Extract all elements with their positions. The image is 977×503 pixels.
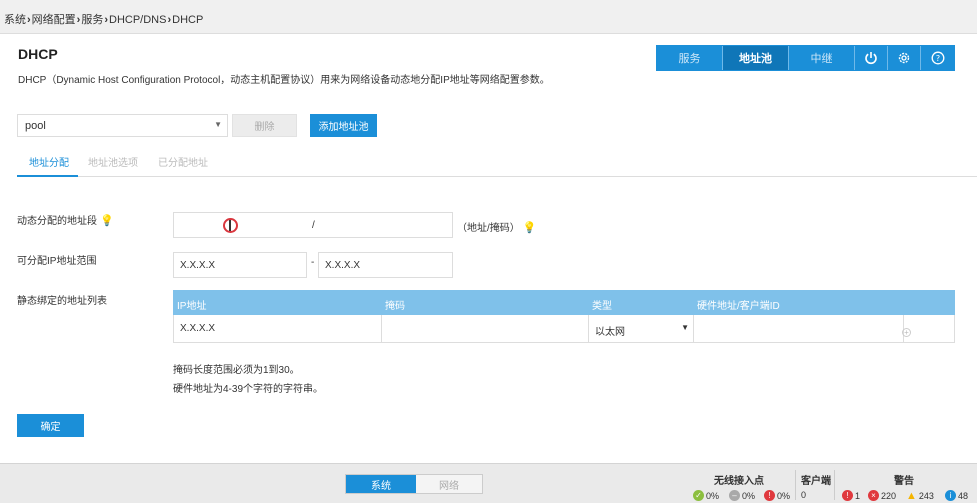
breadcrumb-item-dhcp-dns[interactable]: DHCP/DNS <box>109 14 166 26</box>
ip-range-end-input[interactable]: X.X.X.X <box>318 252 453 278</box>
sub-tabs: 地址分配 地址池选项 已分配地址 <box>17 150 977 177</box>
static-binding-label: 静态绑定的地址列表 <box>17 296 107 307</box>
ip-address-input[interactable]: X.X.X.X <box>174 315 382 342</box>
lightbulb-icon: 💡 <box>522 222 537 234</box>
column-header-hw: 硬件地址/客户端ID <box>697 301 780 312</box>
text-cursor <box>229 220 231 231</box>
breadcrumb-item-network-config[interactable]: 网络配置 <box>32 14 76 26</box>
lightbulb-icon: 💡 <box>100 215 114 227</box>
client-title: 客户端 <box>801 476 831 487</box>
tab-assigned-addresses[interactable]: 已分配地址 <box>158 150 208 177</box>
note-hw-length: 硬件地址为4-39个字符的字符串。 <box>173 384 324 395</box>
dynamic-range-label: 动态分配的地址段 💡 <box>17 215 114 227</box>
chevron-right-icon: › <box>27 14 31 26</box>
wireless-ok-stat[interactable]: ✓ 0% <box>693 490 719 501</box>
page-description: DHCP（Dynamic Host Configuration Protocol… <box>18 75 550 86</box>
add-pool-button[interactable]: 添加地址池 <box>310 114 377 137</box>
wireless-title: 无线接入点 <box>714 476 764 487</box>
help-icon[interactable]: ? <box>921 46 954 70</box>
alert-icon: ! <box>764 490 775 501</box>
chevron-right-icon: › <box>167 14 172 26</box>
alarm-title: 警告 <box>894 476 914 487</box>
divider <box>834 470 835 500</box>
note-mask-range: 掩码长度范围必须为1到30。 <box>173 365 300 376</box>
chevron-right-icon: › <box>104 14 109 26</box>
view-system-button[interactable]: 系统 <box>346 475 416 493</box>
alarm-warning-stat[interactable]: ▲ 243 <box>906 490 934 502</box>
confirm-button[interactable]: 确定 <box>17 414 84 437</box>
breadcrumb: 系统›网络配置›服务›DHCP/DNS›DHCP <box>0 0 977 34</box>
chevron-right-icon: › <box>76 14 81 26</box>
close-icon: × <box>868 490 879 501</box>
view-switch: 系统 网络 <box>345 474 483 494</box>
column-header-mask: 掩码 <box>385 301 405 312</box>
tab-relay[interactable]: 中继 <box>789 46 855 70</box>
svg-text:?: ? <box>935 54 939 63</box>
status-footer: 系统 网络 无线接入点 ✓ 0% –0% ! 0% 客户端 0 警告 ! 1 × 220… <box>0 463 977 503</box>
chevron-down-icon: ▼ <box>681 323 689 332</box>
breadcrumb-item-system[interactable]: 系统 <box>4 14 26 26</box>
dynamic-range-separator: / <box>312 220 315 231</box>
alarm-major-stat[interactable]: × 220 <box>868 490 896 501</box>
alarm-critical-stat[interactable]: ! 1 <box>842 490 860 501</box>
tab-address-pool[interactable]: 地址池 <box>723 46 789 70</box>
add-row-icon[interactable]: + <box>902 328 911 337</box>
info-icon: i <box>945 490 956 501</box>
wireless-offline-stat[interactable]: –0% <box>729 490 755 501</box>
tab-address-assignment[interactable]: 地址分配 <box>17 150 78 177</box>
wireless-error-stat[interactable]: ! 0% <box>764 490 790 501</box>
divider <box>795 470 796 500</box>
ip-range-start-input[interactable]: X.X.X.X <box>173 252 307 278</box>
dynamic-range-hint: （地址/掩码） 💡 <box>457 222 537 234</box>
type-select[interactable]: 以太网 ▼ <box>589 315 694 342</box>
mask-input[interactable] <box>382 315 589 342</box>
check-icon: ✓ <box>693 490 704 501</box>
column-header-type: 类型 <box>592 301 612 312</box>
page-title: DHCP <box>18 46 58 62</box>
breadcrumb-item-service[interactable]: 服务 <box>81 14 103 26</box>
ip-range-dash: - <box>311 257 315 268</box>
minus-icon: – <box>729 490 740 501</box>
delete-button[interactable]: 删除 <box>232 114 297 137</box>
chevron-down-icon: ▼ <box>214 120 222 129</box>
ip-range-label: 可分配IP地址范围 <box>17 256 97 267</box>
tab-pool-options[interactable]: 地址池选项 <box>88 150 138 177</box>
warning-icon: ▲ <box>906 490 917 502</box>
tab-service[interactable]: 服务 <box>657 46 723 70</box>
gear-icon[interactable] <box>888 46 921 70</box>
dynamic-range-input[interactable]: / <box>173 212 453 238</box>
alert-icon: ! <box>842 490 853 501</box>
table-row: X.X.X.X 以太网 ▼ <box>173 315 955 343</box>
top-toolbar: 服务 地址池 中继 ? <box>656 45 955 71</box>
pool-select-value: pool <box>25 120 46 132</box>
hardware-address-input[interactable] <box>694 315 904 342</box>
pool-select[interactable]: pool ▼ <box>17 114 228 137</box>
view-network-button[interactable]: 网络 <box>416 475 482 493</box>
client-count[interactable]: 0 <box>801 490 806 500</box>
breadcrumb-item-dhcp: DHCP <box>172 14 204 26</box>
power-icon[interactable] <box>855 46 888 70</box>
alarm-info-stat[interactable]: i 48 <box>945 490 968 501</box>
static-binding-table: IP地址 掩码 类型 硬件地址/客户端ID X.X.X.X 以太网 ▼ <box>173 290 955 343</box>
table-header: IP地址 掩码 类型 硬件地址/客户端ID <box>173 290 955 315</box>
column-header-ip: IP地址 <box>177 301 207 312</box>
